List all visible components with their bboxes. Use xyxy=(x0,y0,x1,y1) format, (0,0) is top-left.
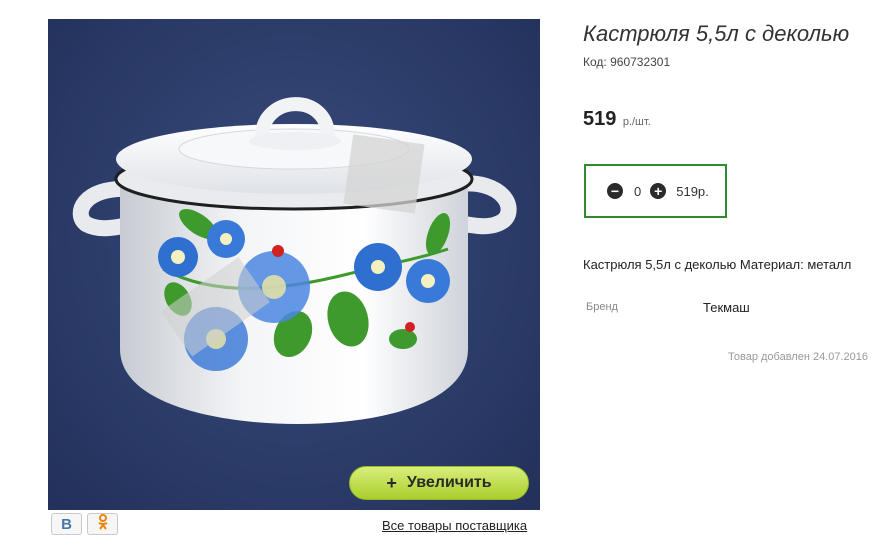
brand-label: Бренд xyxy=(586,301,618,313)
brand-value: Текмаш xyxy=(703,300,750,315)
plus-circle-icon[interactable]: + xyxy=(650,183,667,199)
quantity-sum: 519р. xyxy=(676,183,709,199)
vk-share-button[interactable]: В xyxy=(51,513,82,535)
quantity-value[interactable]: 0 xyxy=(634,184,641,199)
product-image[interactable]: + Увеличить xyxy=(48,19,540,510)
product-price: 519 р./шт. xyxy=(583,108,651,131)
odnoklassniki-icon xyxy=(97,514,109,534)
plus-icon: + xyxy=(386,472,397,493)
date-added: Товар добавлен 24.07.2016 xyxy=(728,351,869,363)
product-code-label: Код: xyxy=(583,55,607,69)
product-code: Код: 960732301 xyxy=(583,55,670,69)
price-unit: р./шт. xyxy=(622,116,651,128)
product-code-value: 960732301 xyxy=(610,55,671,69)
zoom-button-label: Увеличить xyxy=(406,474,492,491)
zoom-button[interactable]: + Увеличить xyxy=(349,466,529,500)
minus-circle-icon[interactable]: − xyxy=(607,183,623,199)
pot-illustration xyxy=(72,97,517,424)
all-supplier-goods-link[interactable]: Все товары поставщика xyxy=(382,518,527,533)
vk-icon: В xyxy=(61,515,72,533)
product-title: Кастрюля 5,5л с деколью xyxy=(583,21,850,46)
quantity-stepper: − 0 + 519р. xyxy=(584,164,727,218)
product-description: Кастрюля 5,5л с деколью Материал: металл xyxy=(583,257,852,272)
price-value: 519 xyxy=(583,108,617,130)
odnoklassniki-share-button[interactable] xyxy=(87,513,118,535)
